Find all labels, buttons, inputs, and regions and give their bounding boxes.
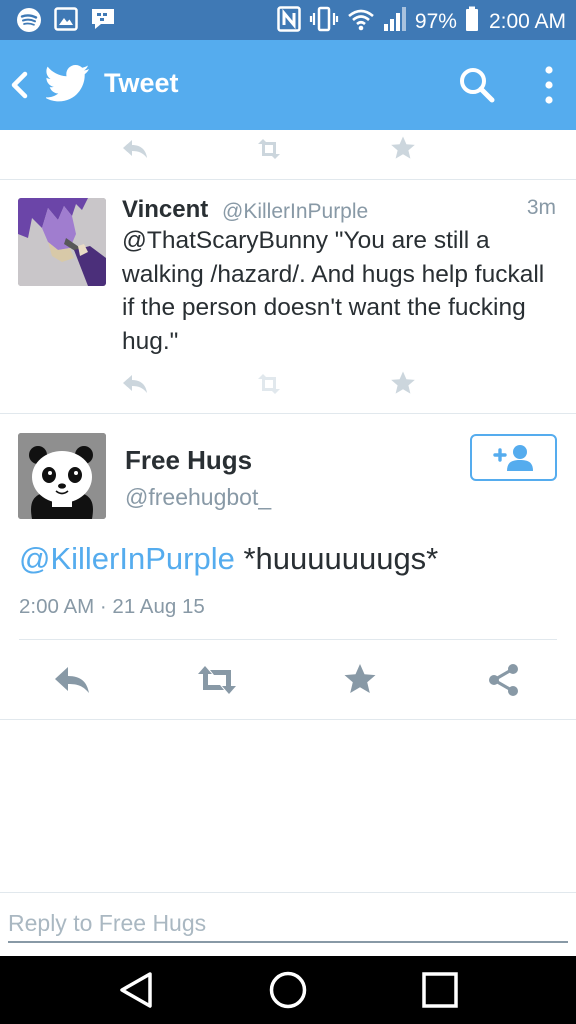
nav-home-icon[interactable] bbox=[268, 970, 308, 1010]
main-tweet: Free Hugs @freehugbot_ @KillerInPurple *… bbox=[0, 414, 576, 720]
follow-button[interactable] bbox=[470, 434, 557, 481]
tweet-detail-screen: 97% 2:00 AM Tweet Vincent @KillerInPurpl… bbox=[0, 0, 576, 1024]
author-name[interactable]: Free Hugs bbox=[125, 445, 252, 476]
battery-icon bbox=[465, 6, 479, 38]
follow-icon bbox=[492, 443, 536, 478]
share-icon[interactable] bbox=[486, 662, 526, 696]
app-bar: Tweet bbox=[0, 40, 576, 130]
more-vert-icon[interactable] bbox=[532, 64, 566, 106]
author-name[interactable]: Vincent bbox=[122, 196, 208, 224]
vibrate-icon bbox=[309, 6, 339, 38]
wifi-icon bbox=[347, 7, 375, 37]
nav-back-icon[interactable] bbox=[116, 970, 156, 1010]
nav-recents-icon[interactable] bbox=[420, 970, 460, 1010]
twitter-bird-icon bbox=[44, 64, 90, 104]
search-icon[interactable] bbox=[456, 64, 498, 106]
retweet-icon[interactable] bbox=[195, 663, 236, 697]
nfc-icon bbox=[277, 6, 301, 38]
avatar[interactable] bbox=[18, 433, 106, 519]
author-handle[interactable]: @freehugbot_ bbox=[125, 484, 271, 511]
mention-link[interactable]: @KillerInPurple bbox=[19, 541, 235, 576]
author-handle[interactable]: @KillerInPurple bbox=[222, 200, 368, 224]
status-bar: 97% 2:00 AM bbox=[0, 0, 576, 40]
tweet-text: @KillerInPurple *huuuuuuugs* bbox=[19, 541, 438, 577]
reply-bar bbox=[0, 892, 576, 956]
previous-tweet-actions bbox=[0, 130, 576, 180]
tweet-time: 3m bbox=[526, 196, 556, 219]
tweet-text: @ThatScaryBunny "You are still a walking… bbox=[122, 227, 545, 355]
divider bbox=[19, 639, 557, 640]
spotify-icon bbox=[16, 7, 42, 38]
favorite-icon[interactable] bbox=[389, 370, 419, 396]
tweet-body: *huuuuuuugs* bbox=[234, 541, 439, 576]
back-arrow-icon[interactable] bbox=[8, 70, 32, 100]
reply-icon[interactable] bbox=[120, 136, 150, 162]
reply-icon[interactable] bbox=[120, 371, 150, 397]
retweet-icon[interactable] bbox=[254, 371, 284, 397]
tweet-timestamp: 2:00 AM · 21 Aug 15 bbox=[19, 595, 205, 618]
clock: 2:00 AM bbox=[488, 10, 566, 33]
favorite-icon[interactable] bbox=[389, 135, 419, 161]
bbm-icon bbox=[90, 7, 116, 38]
favorite-icon[interactable] bbox=[342, 662, 382, 696]
gallery-icon bbox=[54, 7, 78, 38]
reply-tweet[interactable]: Vincent @KillerInPurple 3m @ThatScaryBun… bbox=[0, 180, 576, 414]
reply-input[interactable] bbox=[8, 905, 568, 943]
app-bar-title: Tweet bbox=[104, 68, 179, 98]
signal-icon bbox=[383, 6, 407, 38]
navigation-bar bbox=[0, 956, 576, 1024]
retweet-icon[interactable] bbox=[254, 136, 284, 162]
avatar[interactable] bbox=[18, 198, 106, 286]
reply-icon[interactable] bbox=[52, 663, 92, 697]
battery-level: 97% bbox=[414, 10, 457, 33]
